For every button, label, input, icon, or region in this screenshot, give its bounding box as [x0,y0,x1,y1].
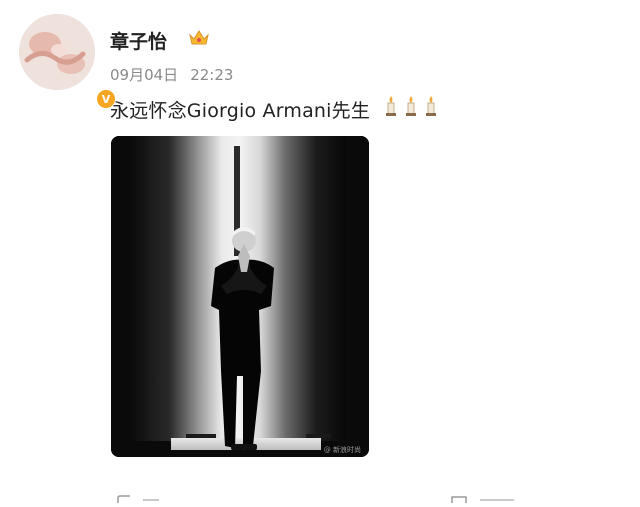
post-date: 09月04日 [110,66,179,84]
candle-emojis [384,95,438,117]
repost-icon[interactable] [117,495,130,503]
comment-icon[interactable] [451,496,467,503]
crown-icon [189,30,209,45]
photo-watermark: @ 新浪时尚 [324,445,361,454]
action-bar-partial [0,488,640,503]
avatar[interactable]: V [19,14,117,110]
candle-icon [426,96,436,116]
post-photo[interactable]: @ 新浪时尚 [111,136,369,457]
post-time: 22:23 [190,66,234,84]
username[interactable]: 章子怡 [110,27,167,54]
candle-icon [406,96,416,116]
candle-icon [386,96,396,116]
runway-photo-image: @ 新浪时尚 [111,136,369,457]
post-text: 永远怀念Giorgio Armani先生 [110,100,371,122]
avatar-image [19,14,95,90]
post-timestamp: 09月04日 22:23 [110,64,245,85]
